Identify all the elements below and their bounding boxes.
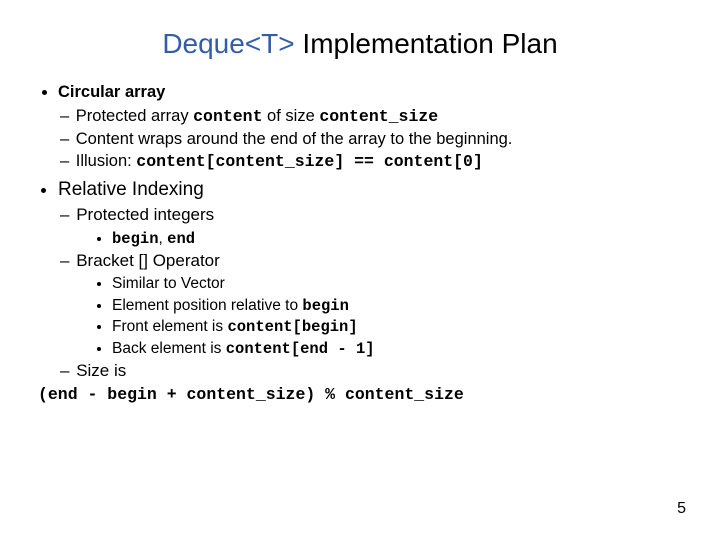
protected-vars-list: begin, end xyxy=(78,229,684,249)
relative-indexing-section: Relative Indexing Protected integers beg… xyxy=(58,177,684,405)
circular-item-protected: Protected array content of size content_… xyxy=(78,106,684,128)
text: Protected array xyxy=(76,107,193,125)
code-front: content[begin] xyxy=(227,318,357,336)
protected-integers-label: Protected integers xyxy=(76,205,214,224)
code-end: end xyxy=(167,230,195,248)
size-item: Size is (end - begin + content_size) % c… xyxy=(78,360,684,405)
title-rest: Implementation Plan xyxy=(295,28,558,59)
text: of size xyxy=(262,107,319,125)
slide-title: Deque<T> Implementation Plan xyxy=(36,28,684,60)
circular-array-section: Circular array Protected array content o… xyxy=(58,82,684,173)
page-number: 5 xyxy=(677,500,686,518)
text: Element position relative to xyxy=(112,297,302,314)
title-code: Deque<T> xyxy=(162,28,294,59)
text: Back element is xyxy=(112,340,226,357)
relative-sublist: Protected integers begin, end Bracket []… xyxy=(58,204,684,405)
text: Front element is xyxy=(112,318,227,335)
text: Illusion: xyxy=(76,152,137,170)
size-formula: (end - begin + content_size) % content_s… xyxy=(38,384,464,406)
protected-integers-item: Protected integers begin, end xyxy=(78,204,684,249)
code-illusion: content[content_size] == content[0] xyxy=(136,152,483,171)
comma: , xyxy=(159,230,168,247)
bracket-item-back: Back element is content[end - 1] xyxy=(112,339,684,359)
bracket-sublist: Similar to Vector Element position relat… xyxy=(78,274,684,359)
bracket-operator-item: Bracket [] Operator Similar to Vector El… xyxy=(78,250,684,359)
circular-item-illusion: Illusion: content[content_size] == conte… xyxy=(78,151,684,173)
circular-item-wraps: Content wraps around the end of the arra… xyxy=(78,129,684,151)
protected-vars: begin, end xyxy=(112,229,684,249)
bracket-operator-label: Bracket [] Operator xyxy=(76,251,220,270)
bracket-item-relative: Element position relative to begin xyxy=(112,296,684,316)
relative-indexing-heading: Relative Indexing xyxy=(58,179,204,200)
size-label: Size is xyxy=(76,361,126,380)
code-begin: begin xyxy=(112,230,159,248)
bracket-item-similar: Similar to Vector xyxy=(112,274,684,294)
code-content-size: content_size xyxy=(319,107,438,126)
slide: Deque<T> Implementation Plan Circular ar… xyxy=(0,0,720,540)
code-begin-ref: begin xyxy=(302,297,349,315)
circular-array-heading: Circular array xyxy=(58,83,165,101)
bracket-item-front: Front element is content[begin] xyxy=(112,317,684,337)
code-back: content[end - 1] xyxy=(226,340,375,358)
code-content: content xyxy=(193,107,262,126)
circular-array-sublist: Protected array content of size content_… xyxy=(58,106,684,173)
outline-list: Circular array Protected array content o… xyxy=(36,82,684,405)
